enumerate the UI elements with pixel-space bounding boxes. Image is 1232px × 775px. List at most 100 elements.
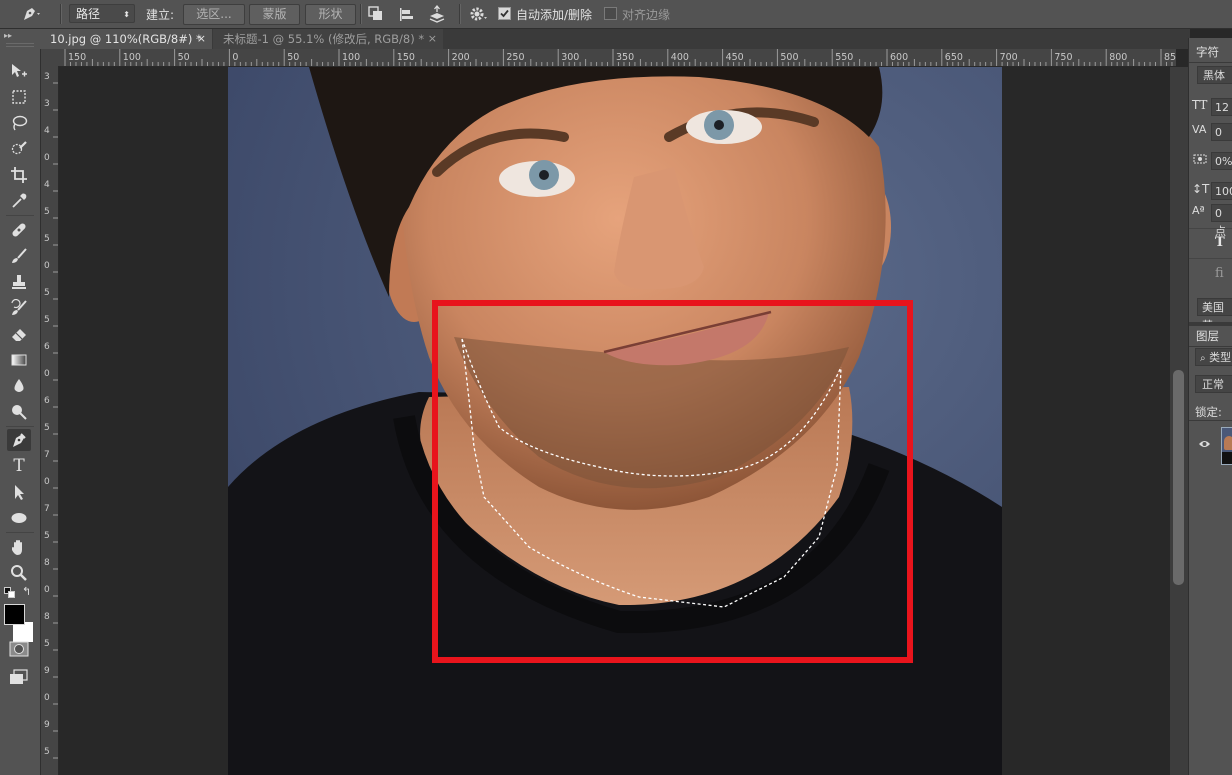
path-operations-icon[interactable] bbox=[367, 5, 385, 26]
path-arrangement-icon[interactable] bbox=[427, 4, 447, 26]
path-alignment-icon[interactable] bbox=[397, 5, 415, 26]
history-brush-tool-icon[interactable] bbox=[7, 297, 31, 319]
ruler-label: 6 bbox=[44, 342, 50, 352]
font-size-icon: ꓔT bbox=[1192, 98, 1208, 112]
ruler-label: 150 bbox=[397, 52, 415, 63]
healing-brush-tool-icon[interactable] bbox=[7, 219, 31, 241]
hand-tool-icon[interactable] bbox=[7, 536, 31, 558]
separator bbox=[60, 4, 62, 24]
separator bbox=[360, 4, 362, 24]
quick-select-tool-icon[interactable] bbox=[7, 138, 31, 160]
ruler-label: 0 bbox=[44, 477, 50, 487]
baseline-shift-field[interactable]: 0 点 bbox=[1211, 204, 1232, 238]
layer-filter-select[interactable]: ⌕ 类型 bbox=[1195, 348, 1232, 366]
horizontal-ruler: 150 100 50 0 50 100 150 200 250 300 350 400 450 500 55… bbox=[41, 49, 1176, 67]
ruler-label: 5 bbox=[44, 747, 50, 757]
ruler-label: 8 bbox=[44, 612, 50, 622]
close-tab-icon[interactable]: × bbox=[197, 29, 206, 49]
separator bbox=[6, 426, 34, 427]
pen-tool-preset-icon[interactable] bbox=[20, 5, 42, 26]
foreground-color-swatch[interactable] bbox=[4, 604, 25, 625]
move-tool-icon[interactable] bbox=[7, 60, 31, 82]
ruler-label: 550 bbox=[835, 52, 853, 63]
type-tool-icon[interactable]: T bbox=[7, 455, 31, 477]
canvas-vertical-scrollbar[interactable] bbox=[1170, 67, 1188, 775]
gradient-tool-icon[interactable] bbox=[7, 349, 31, 371]
lasso-tool-icon[interactable] bbox=[7, 112, 31, 134]
layer-visibility-icon[interactable] bbox=[1198, 438, 1211, 452]
build-label: 建立: bbox=[146, 8, 175, 22]
language-select[interactable]: 美国英 bbox=[1197, 298, 1232, 332]
make-selection-button[interactable]: 选区... bbox=[183, 4, 245, 25]
tool-mode-select[interactable]: 路径 ⬍ bbox=[69, 4, 135, 23]
tab-document-active[interactable]: 10.jpg @ 110%(RGB/8#) * × bbox=[40, 29, 212, 49]
tracking-field[interactable]: 0 bbox=[1211, 123, 1232, 141]
panel-grip[interactable] bbox=[6, 43, 34, 47]
make-shape-button[interactable]: 形状 bbox=[305, 4, 356, 25]
separator bbox=[1189, 420, 1232, 421]
ruler-label: 100 bbox=[342, 52, 360, 63]
ruler-label: 0 bbox=[44, 585, 50, 595]
baseline-shift-icon: Aª bbox=[1192, 204, 1205, 217]
font-family-select[interactable]: 黑体 bbox=[1197, 66, 1232, 84]
ruler-label: 5 bbox=[44, 531, 50, 541]
separator bbox=[1189, 346, 1232, 347]
scrollbar-thumb[interactable] bbox=[1173, 370, 1184, 585]
quick-mask-icon[interactable] bbox=[9, 641, 29, 660]
crop-tool-icon[interactable] bbox=[7, 164, 31, 186]
expand-panel-icon[interactable]: ▸▸ bbox=[4, 31, 12, 40]
document-canvas[interactable] bbox=[59, 67, 1170, 775]
ligature-button[interactable]: fi bbox=[1215, 266, 1224, 281]
ruler-label: 7 bbox=[44, 504, 50, 514]
blur-tool-icon[interactable] bbox=[7, 375, 31, 397]
gear-icon[interactable] bbox=[468, 5, 490, 26]
scale-icon bbox=[1191, 152, 1209, 169]
tools-panel: ▸▸ T ↰ bbox=[0, 29, 41, 775]
dodge-tool-icon[interactable] bbox=[7, 401, 31, 423]
tab-layers[interactable]: 图层 bbox=[1189, 326, 1227, 346]
ruler-label: 800 bbox=[1109, 52, 1127, 63]
pen-tool-icon[interactable] bbox=[7, 429, 31, 451]
layer-row[interactable] bbox=[1189, 422, 1232, 468]
ruler-label: 0 bbox=[44, 261, 50, 271]
scale-field[interactable]: 0% bbox=[1211, 152, 1232, 170]
eraser-tool-icon[interactable] bbox=[7, 323, 31, 345]
lock-label: 锁定: bbox=[1195, 405, 1222, 419]
faux-bold-button[interactable]: T bbox=[1215, 235, 1225, 250]
ruler-label: 5 bbox=[44, 315, 50, 325]
align-edges-label: 对齐边缘 bbox=[622, 8, 671, 22]
screen-mode-icon[interactable] bbox=[9, 669, 29, 688]
background-color-swatch[interactable] bbox=[13, 622, 33, 642]
vertical-scale-icon: ↕T bbox=[1192, 182, 1210, 196]
auto-add-delete-checkbox[interactable] bbox=[498, 7, 511, 20]
ruler-ticks: 3 3 4 0 4 5 5 0 5 5 6 0 6 5 7 0 7 5 8 0 8 5 9 0 9 5 bbox=[44, 72, 58, 759]
brush-tool-icon[interactable] bbox=[7, 245, 31, 267]
blend-mode-select[interactable]: 正常 bbox=[1195, 375, 1232, 393]
vertical-scale-field[interactable]: 100 bbox=[1211, 182, 1232, 200]
clone-stamp-tool-icon[interactable] bbox=[7, 271, 31, 293]
ellipse-tool-icon[interactable] bbox=[7, 507, 31, 529]
ruler-label: 450 bbox=[726, 52, 744, 63]
make-mask-button[interactable]: 蒙版 bbox=[249, 4, 300, 25]
close-tab-icon[interactable]: × bbox=[428, 29, 437, 49]
tab-document-untitled[interactable]: 未标题-1 @ 55.1% (修改后, RGB/8) * × bbox=[213, 29, 443, 49]
swap-colors-icon[interactable]: ↰ bbox=[22, 585, 31, 598]
font-size-field[interactable]: 12 bbox=[1211, 98, 1232, 116]
ruler-label: 0 bbox=[44, 153, 50, 163]
ruler-label: 0 bbox=[44, 693, 50, 703]
marquee-tool-icon[interactable] bbox=[7, 86, 31, 108]
vertical-ruler: 3 3 4 0 4 5 5 0 5 5 6 0 6 5 7 0 7 5 8 0 8 5 9 0 9 5 bbox=[41, 66, 59, 775]
ruler-label: 7 bbox=[44, 450, 50, 460]
default-colors-icon[interactable] bbox=[4, 587, 16, 602]
path-selection-tool-icon[interactable] bbox=[7, 481, 31, 503]
ruler-label: 5 bbox=[44, 207, 50, 217]
eyedropper-tool-icon[interactable] bbox=[7, 190, 31, 212]
tab-character[interactable]: 字符 bbox=[1189, 42, 1232, 62]
ruler-label: 0 bbox=[232, 52, 238, 63]
align-edges-checkbox[interactable] bbox=[604, 7, 617, 20]
tab-label: 10.jpg @ 110%(RGB/8#) * bbox=[50, 32, 202, 46]
ruler-label: 700 bbox=[1000, 52, 1018, 63]
ruler-label: 600 bbox=[890, 52, 908, 63]
separator bbox=[1189, 228, 1232, 229]
zoom-tool-icon[interactable] bbox=[7, 562, 31, 584]
